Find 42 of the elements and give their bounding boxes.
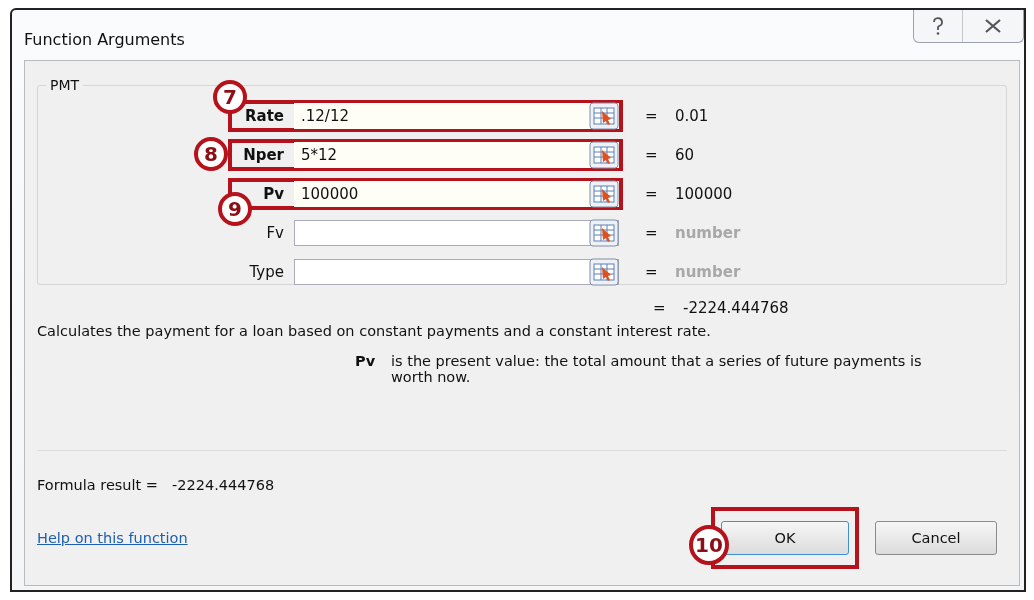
- help-link[interactable]: Help on this function: [37, 530, 188, 546]
- range-select-icon[interactable]: [589, 179, 619, 208]
- argument-result: 0.01: [675, 106, 709, 125]
- formula-result-value: -2224.444768: [172, 477, 275, 493]
- equals-sign: =: [645, 145, 659, 164]
- argument-name: Pv: [355, 353, 377, 371]
- argument-result: number: [675, 262, 741, 281]
- group-title: PMT: [46, 77, 84, 93]
- argument-input[interactable]: 100000: [294, 180, 619, 207]
- function-description: Calculates the payment for a loan based on constant payments and a constant interest rate.: [37, 323, 712, 339]
- formula-result-label: Formula result =: [37, 477, 159, 493]
- help-icon: [931, 16, 945, 36]
- range-select-icon[interactable]: [589, 140, 619, 169]
- argument-input[interactable]: [294, 219, 619, 246]
- argument-label: Type: [248, 262, 285, 281]
- range-select-icon[interactable]: [589, 218, 619, 247]
- range-select-icon[interactable]: [589, 257, 619, 286]
- equals-sign: =: [645, 262, 659, 281]
- argument-result: number: [675, 223, 741, 242]
- argument-input[interactable]: [294, 258, 619, 285]
- equals-sign: =: [645, 223, 659, 242]
- argument-input[interactable]: .12/12: [294, 102, 619, 129]
- argument-label: Nper: [242, 145, 285, 164]
- argument-input[interactable]: 5*12: [294, 141, 619, 168]
- equals-sign: =: [645, 184, 659, 203]
- argument-result: 60: [675, 145, 695, 164]
- argument-result: 100000: [675, 184, 733, 203]
- equals-sign: =: [645, 106, 659, 125]
- argument-description: is the present value: the total amount that a series of future payments is worth now.: [391, 353, 923, 385]
- argument-label: Pv: [262, 184, 285, 203]
- step-callout: 7: [213, 80, 247, 114]
- close-icon: [984, 18, 1002, 34]
- step-callout: 9: [218, 192, 252, 226]
- step-callout: 8: [194, 137, 228, 171]
- function-result: -2224.444768: [683, 299, 789, 317]
- range-select-icon[interactable]: [589, 101, 619, 130]
- window-title: Function Arguments: [24, 30, 185, 49]
- dialog-button[interactable]: OK: [721, 521, 849, 555]
- dialog-button[interactable]: Cancel: [875, 521, 997, 555]
- step-callout: 10: [689, 525, 729, 565]
- argument-label: Fv: [265, 223, 285, 242]
- equals-sign: =: [653, 299, 667, 317]
